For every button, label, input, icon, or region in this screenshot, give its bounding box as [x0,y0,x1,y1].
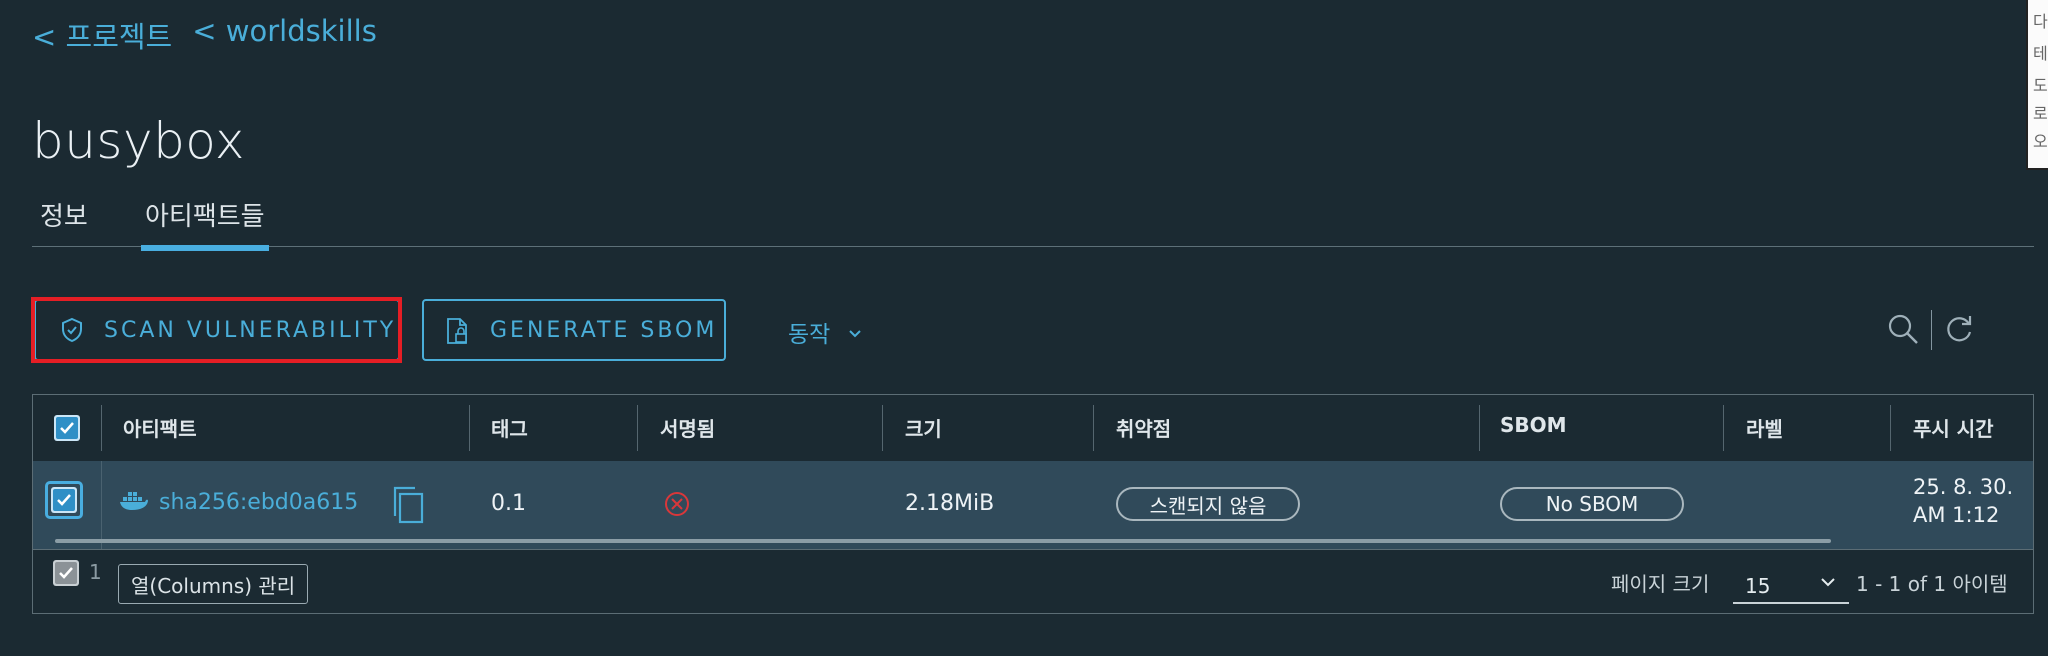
page-size-select[interactable]: 15 [1733,564,1849,604]
table-footer: 1 열(Columns) 관리 페이지 크기 15 1 - 1 of 1 아이템 [33,549,2033,616]
breadcrumb-projects-link[interactable]: < 프로젝트 [32,14,172,56]
row-checkbox[interactable] [51,487,77,513]
page-size-value: 15 [1745,574,1771,598]
selected-count: 1 [89,560,102,584]
refresh-icon[interactable] [1942,312,1976,346]
toolbar-divider [1931,310,1932,350]
actions-label: 동작 [788,322,831,348]
tab-info[interactable]: 정보 [40,196,88,243]
column-artifact[interactable]: 아티팩트 [123,413,197,442]
page-size-label: 페이지 크기 [1611,572,1710,596]
side-panel-char: 다 [2033,12,2048,31]
tag-value: 0.1 [491,491,526,516]
docker-icon [119,489,149,517]
artifact-digest-link[interactable]: sha256:ebd0a615 [159,490,358,515]
breadcrumb: < 프로젝트 < worldskills [32,14,377,56]
column-sbom[interactable]: SBOM [1500,413,1567,437]
column-vulnerabilities[interactable]: 취약점 [1116,413,1171,442]
generate-sbom-label: GENERATE SBOM [490,317,718,343]
artifacts-table: 아티팩트 태그 서명됨 크기 취약점 SBOM 라벨 푸시 시간 sha256:… [32,394,2034,614]
column-push-time[interactable]: 푸시 시간 [1913,413,1994,442]
side-panel-char: 오 [2033,132,2048,151]
vulnerability-status-badge: 스캔되지 않음 [1116,487,1300,521]
push-time-date: 25. 8. 30. [1913,475,2014,499]
generate-sbom-button[interactable]: GENERATE SBOM [422,299,726,361]
copy-icon[interactable] [391,485,425,531]
side-panel-char: 로 [2033,104,2048,123]
scan-vulnerability-button[interactable]: SCAN VULNERABILITY [34,299,400,361]
scan-vulnerability-label: SCAN VULNERABILITY [104,317,397,343]
push-time-clock: AM 1:12 [1913,503,2000,527]
actions-dropdown[interactable]: 동작 [788,315,862,349]
pagination-range: 1 - 1 of 1 아이템 [1856,572,2008,596]
sbom-status-badge: No SBOM [1500,487,1684,521]
chevron-down-icon [848,319,862,345]
search-icon[interactable] [1886,312,1920,346]
tab-artifacts[interactable]: 아티팩트들 [141,196,269,251]
side-panel-tab[interactable]: 다 테 도 로 오 [2026,0,2048,170]
horizontal-scrollbar[interactable] [55,539,1831,543]
document-lock-icon [444,316,472,344]
x-circle-icon [664,491,690,523]
selected-count-checkbox [53,560,79,586]
manage-columns-button[interactable]: 열(Columns) 관리 [118,564,309,604]
table-header: 아티팩트 태그 서명됨 크기 취약점 SBOM 라벨 푸시 시간 [33,395,2033,462]
page-title: busybox [32,112,245,170]
select-all-checkbox[interactable] [54,415,80,441]
size-value: 2.18MiB [905,491,995,516]
tab-bar: 정보 아티팩트들 [32,196,2034,251]
side-panel-char: 도 [2033,76,2048,95]
column-labels[interactable]: 라벨 [1746,413,1783,442]
column-tag[interactable]: 태그 [491,413,528,442]
column-signed[interactable]: 서명됨 [660,413,715,442]
shield-icon [58,316,86,344]
chevron-down-icon [1819,570,1837,594]
column-size[interactable]: 크기 [905,413,942,442]
breadcrumb-worldskills-link[interactable]: < worldskills [192,14,377,56]
side-panel-char: 테 [2033,44,2048,63]
table-row[interactable]: sha256:ebd0a615 0.1 2.18MiB 스캔되지 않음 No S… [33,461,2033,549]
